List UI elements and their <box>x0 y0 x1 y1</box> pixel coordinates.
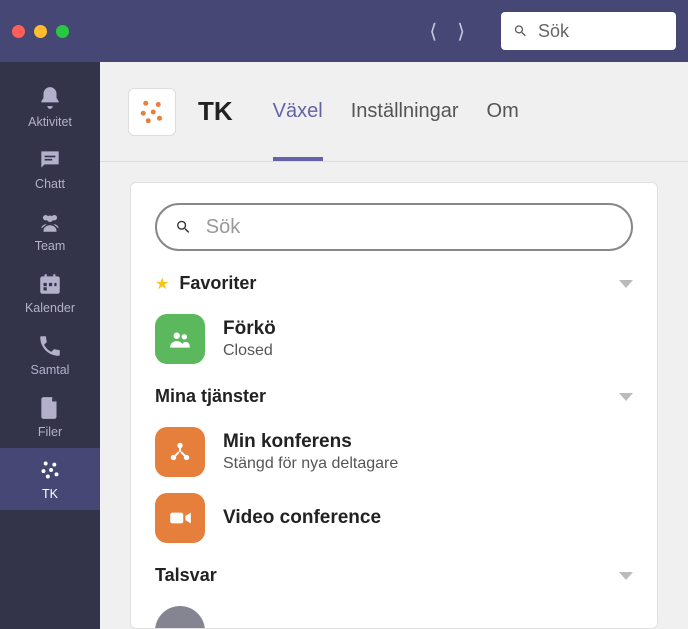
section-title: Talsvar <box>155 565 217 586</box>
network-icon <box>155 427 205 477</box>
tab-vaxel[interactable]: Växel <box>273 62 323 161</box>
panel-search[interactable] <box>155 203 633 251</box>
window-controls <box>12 25 69 38</box>
forward-button[interactable]: ⟩ <box>457 19 465 44</box>
rail-label: Filer <box>38 425 62 439</box>
rail-label: Team <box>35 239 66 253</box>
section-header-talsvar[interactable]: Talsvar <box>155 565 633 586</box>
back-button[interactable]: ⟨ <box>429 19 437 44</box>
section-header-favoriter[interactable]: ★ Favoriter <box>155 273 633 294</box>
left-rail: Aktivitet Chatt Team Kalender Samtal Fil <box>0 62 100 629</box>
chevron-down-icon[interactable] <box>619 280 633 288</box>
chevron-down-icon[interactable] <box>619 393 633 401</box>
chat-icon <box>37 147 63 173</box>
item-subtitle: Closed <box>223 342 276 360</box>
item-title: Video conference <box>223 507 381 529</box>
chevron-down-icon[interactable] <box>619 572 633 580</box>
section-title: Mina tjänster <box>155 386 266 407</box>
list-item[interactable] <box>155 598 633 629</box>
rail-label: TK <box>42 487 58 501</box>
app-logo <box>128 88 176 136</box>
app-header: TK Växel Inställningar Om <box>100 62 688 162</box>
history-nav: ⟨ ⟩ <box>429 19 465 44</box>
rail-label: Kalender <box>25 301 75 315</box>
tab-om[interactable]: Om <box>487 62 519 161</box>
star-icon: ★ <box>155 274 169 294</box>
video-icon <box>155 493 205 543</box>
group-icon <box>155 314 205 364</box>
rail-item-calendar[interactable]: Kalender <box>0 262 100 324</box>
list-item[interactable]: Förkö Closed <box>155 306 633 372</box>
dots-icon <box>37 457 63 483</box>
close-window-button[interactable] <box>12 25 25 38</box>
rail-label: Chatt <box>35 177 65 191</box>
main-panel: ★ Favoriter Förkö Closed <box>130 182 658 629</box>
search-icon <box>513 22 528 40</box>
file-icon <box>37 395 63 421</box>
calendar-icon <box>37 271 63 297</box>
app-logo-icon <box>137 97 167 127</box>
item-title: Förkö <box>223 318 276 340</box>
rail-item-calls[interactable]: Samtal <box>0 324 100 386</box>
rail-label: Samtal <box>31 363 70 377</box>
rail-item-tk[interactable]: TK <box>0 448 100 510</box>
app-tabs: Växel Inställningar Om <box>273 62 519 161</box>
section-header-mina-tjanster[interactable]: Mina tjänster <box>155 386 633 407</box>
list-item[interactable]: Video conference <box>155 485 633 551</box>
global-search[interactable] <box>501 12 676 50</box>
rail-item-chat[interactable]: Chatt <box>0 138 100 200</box>
rail-item-files[interactable]: Filer <box>0 386 100 448</box>
item-subtitle: Stängd för nya deltagare <box>223 455 398 473</box>
rail-item-team[interactable]: Team <box>0 200 100 262</box>
phone-icon <box>37 333 63 359</box>
item-icon <box>155 606 205 629</box>
content-area: TK Växel Inställningar Om ★ <box>100 62 688 629</box>
rail-label: Aktivitet <box>28 115 72 129</box>
list-item[interactable]: Min konferens Stängd för nya deltagare <box>155 419 633 485</box>
maximize-window-button[interactable] <box>56 25 69 38</box>
global-search-input[interactable] <box>538 21 664 42</box>
section-title: Favoriter <box>179 273 256 294</box>
bell-icon <box>37 85 63 111</box>
rail-item-activity[interactable]: Aktivitet <box>0 76 100 138</box>
app-title: TK <box>198 96 233 127</box>
tab-installningar[interactable]: Inställningar <box>351 62 459 161</box>
titlebar: ⟨ ⟩ <box>0 0 688 62</box>
item-title: Min konferens <box>223 431 398 453</box>
panel-search-input[interactable] <box>206 216 613 239</box>
search-icon <box>175 218 192 236</box>
team-icon <box>37 209 63 235</box>
minimize-window-button[interactable] <box>34 25 47 38</box>
